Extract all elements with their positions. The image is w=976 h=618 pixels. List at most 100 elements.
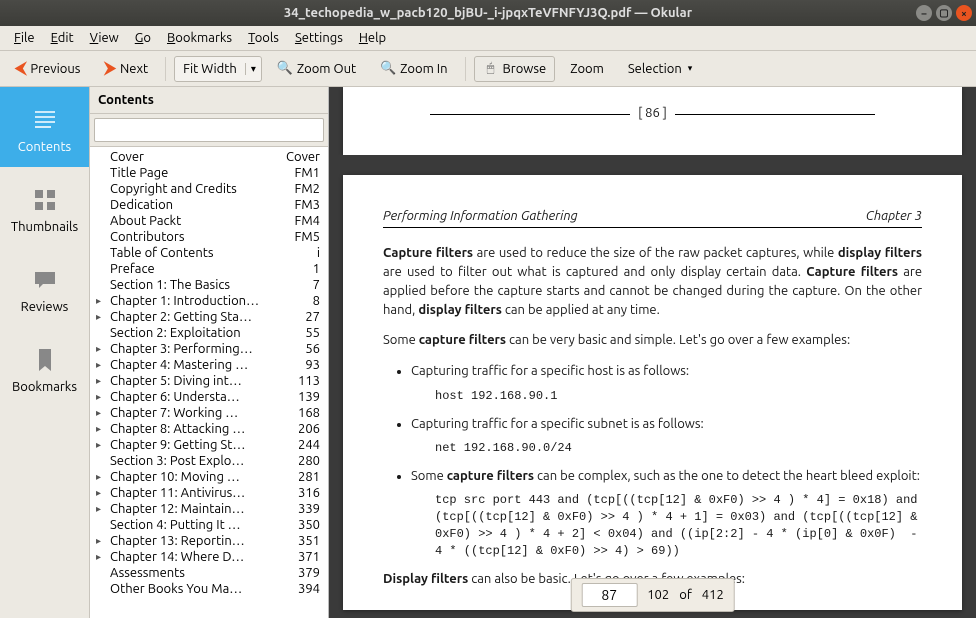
toc-label: Chapter 2: Getting Sta… xyxy=(108,310,290,324)
zoom-tool-button[interactable]: Zoom xyxy=(561,57,613,81)
toc-item[interactable]: ▸Chapter 7: Working …168 xyxy=(90,405,328,421)
sidebar-tab-label: Reviews xyxy=(21,300,69,314)
menu-view[interactable]: View xyxy=(82,29,127,47)
toc-label: Chapter 9: Getting St… xyxy=(108,438,290,452)
toc-label: Copyright and Credits xyxy=(108,182,290,196)
toc-item[interactable]: ▸Chapter 6: Understa…139 xyxy=(90,389,328,405)
sidebar-tab-contents[interactable]: Contents xyxy=(0,87,89,167)
toc-page: FM1 xyxy=(290,166,324,180)
toc-page: 7 xyxy=(290,278,324,292)
expand-icon: ▸ xyxy=(96,375,108,387)
toc-search-input[interactable] xyxy=(94,118,324,142)
previous-button[interactable]: ⮜Previous xyxy=(6,54,89,83)
toc-item[interactable]: DedicationFM3 xyxy=(90,197,328,213)
sidebar-tab-bookmarks[interactable]: Bookmarks xyxy=(0,327,89,407)
toc-item[interactable]: CoverCover xyxy=(90,149,328,165)
toc-item[interactable]: Other Books You Ma…394 xyxy=(90,581,328,597)
selection-tool-button[interactable]: Selection▾ xyxy=(619,57,701,81)
menu-edit[interactable]: Edit xyxy=(43,29,82,47)
menu-settings[interactable]: Settings xyxy=(287,29,351,47)
sidebar-tab-label: Bookmarks xyxy=(12,380,77,394)
toc-item[interactable]: ▸Chapter 14: Where D…371 xyxy=(90,549,328,565)
toc-item[interactable]: Section 1: The Basics7 xyxy=(90,277,328,293)
menu-go[interactable]: Go xyxy=(127,29,159,47)
sidebar-tab-label: Thumbnails xyxy=(11,220,78,234)
expand-icon: ▸ xyxy=(96,423,108,435)
toc-item[interactable]: Section 3: Post Explo…280 xyxy=(90,453,328,469)
toc-page: FM4 xyxy=(290,214,324,228)
bookmarks-icon xyxy=(29,344,61,376)
zoom-fit-combo[interactable]: Fit Width▾ xyxy=(174,56,262,82)
toc-page: Cover xyxy=(286,150,324,164)
toc-item[interactable]: ▸Chapter 2: Getting Sta…27 xyxy=(90,309,328,325)
page-scroll[interactable]: [ 86 ] Performing Information Gathering … xyxy=(329,87,976,618)
toc-label: Chapter 5: Diving int… xyxy=(108,374,290,388)
body-paragraph: Capture filters are used to reduce the s… xyxy=(383,244,922,319)
toc-page: FM2 xyxy=(290,182,324,196)
toc-item[interactable]: ▸Chapter 4: Mastering …93 xyxy=(90,357,328,373)
expand-icon: ▸ xyxy=(96,295,108,307)
code-block: tcp src port 443 and (tcp[((tcp[12] & 0x… xyxy=(435,492,922,559)
toc-item[interactable]: Section 2: Exploitation55 xyxy=(90,325,328,341)
expand-icon: ▸ xyxy=(96,311,108,323)
toc-label: About Packt xyxy=(108,214,290,228)
toc-item[interactable]: ▸Chapter 13: Reportin…351 xyxy=(90,533,328,549)
toc-item[interactable]: ▸Chapter 5: Diving int…113 xyxy=(90,373,328,389)
toc-item[interactable]: ▸Chapter 8: Attacking …206 xyxy=(90,421,328,437)
page-total-label: 412 xyxy=(702,588,724,602)
menu-bookmarks[interactable]: Bookmarks xyxy=(159,29,240,47)
toc-item[interactable]: Assessments379 xyxy=(90,565,328,581)
menubar: File Edit View Go Bookmarks Tools Settin… xyxy=(0,26,976,51)
toc-item[interactable]: ContributorsFM5 xyxy=(90,229,328,245)
zoom-out-icon: 🔍 xyxy=(277,61,293,77)
toc-page: 339 xyxy=(290,502,324,516)
toc-item[interactable]: Section 4: Putting It …350 xyxy=(90,517,328,533)
page-87: Performing Information Gathering Chapter… xyxy=(343,175,962,610)
zoom-in-button[interactable]: 🔍Zoom In xyxy=(371,56,456,82)
toc-item[interactable]: Table of Contentsi xyxy=(90,245,328,261)
sidebar-tab-thumbnails[interactable]: Thumbnails xyxy=(0,167,89,247)
browse-tool-button[interactable]: 🖱Browse xyxy=(474,56,556,82)
window-minimize-button[interactable]: – xyxy=(916,5,932,21)
titlebar: 34_techopedia_w_pacb120_bjBU-_i-jpqxTeVF… xyxy=(0,0,976,26)
toc-page: FM3 xyxy=(290,198,324,212)
toc-item[interactable]: ▸Chapter 12: Maintain…339 xyxy=(90,501,328,517)
toc-page: 55 xyxy=(290,326,324,340)
toc-item[interactable]: Copyright and CreditsFM2 xyxy=(90,181,328,197)
mouse-icon: 🖱 xyxy=(483,61,499,77)
page-of-label: of xyxy=(679,588,692,602)
toc-list[interactable]: CoverCoverTitle PageFM1Copyright and Cre… xyxy=(90,147,328,618)
menu-help[interactable]: Help xyxy=(351,29,394,47)
toc-label: Chapter 4: Mastering … xyxy=(108,358,290,372)
toc-item[interactable]: Title PageFM1 xyxy=(90,165,328,181)
sidebar-tab-reviews[interactable]: Reviews xyxy=(0,247,89,327)
toc-label: Other Books You Ma… xyxy=(108,582,290,596)
window-maximize-button[interactable]: ▢ xyxy=(936,5,952,21)
toc-item[interactable]: ▸Chapter 1: Introduction…8 xyxy=(90,293,328,309)
toc-page: 351 xyxy=(290,534,324,548)
window-close-button[interactable]: × xyxy=(956,5,972,21)
menu-tools[interactable]: Tools xyxy=(240,29,287,47)
zoom-out-button[interactable]: 🔍Zoom Out xyxy=(268,56,365,82)
toc-label: Dedication xyxy=(108,198,290,212)
page-number-label: [ 86 ] xyxy=(630,106,675,120)
toc-label: Section 1: The Basics xyxy=(108,278,290,292)
toc-item[interactable]: Preface1 xyxy=(90,261,328,277)
toc-item[interactable]: ▸Chapter 9: Getting St…244 xyxy=(90,437,328,453)
toc-label: Section 4: Putting It … xyxy=(108,518,290,532)
reviews-icon xyxy=(29,264,61,296)
next-button[interactable]: ⮞Next xyxy=(95,54,157,83)
toc-label: Chapter 8: Attacking … xyxy=(108,422,290,436)
toc-label: Contributors xyxy=(108,230,290,244)
toc-item[interactable]: ▸Chapter 11: Antivirus…316 xyxy=(90,485,328,501)
menu-file[interactable]: File xyxy=(6,29,43,47)
expand-icon: ▸ xyxy=(96,471,108,483)
chevron-down-icon: ▾ xyxy=(245,63,261,75)
page-label: 102 xyxy=(647,588,669,602)
toc-label: Chapter 14: Where D… xyxy=(108,550,290,564)
toc-item[interactable]: About PacktFM4 xyxy=(90,213,328,229)
expand-icon: ▸ xyxy=(96,359,108,371)
toc-item[interactable]: ▸Chapter 3: Performing…56 xyxy=(90,341,328,357)
toc-item[interactable]: ▸Chapter 10: Moving …281 xyxy=(90,469,328,485)
current-page-input[interactable] xyxy=(581,583,637,607)
